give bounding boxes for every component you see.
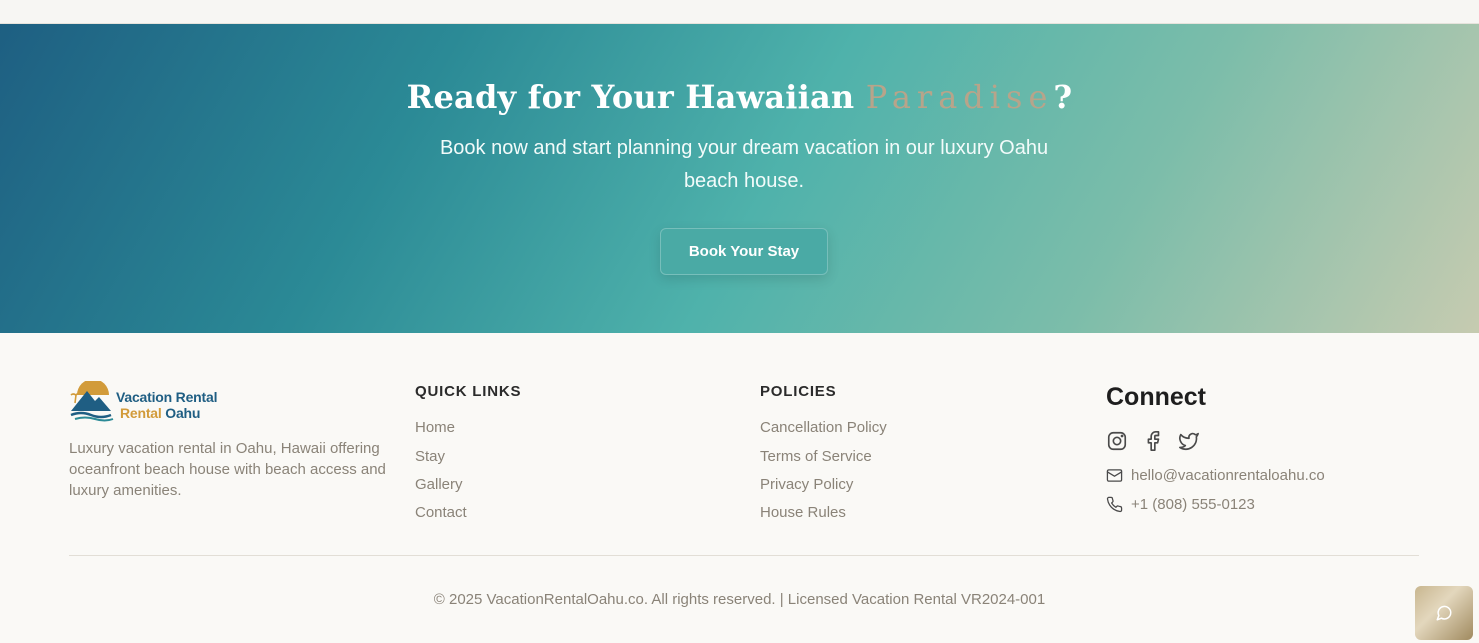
footer-link-terms-of-service[interactable]: Terms of Service xyxy=(760,448,872,465)
footer-link-contact[interactable]: Contact xyxy=(415,504,467,521)
copyright-text: © 2025 VacationRentalOahu.co. All rights… xyxy=(433,591,1046,608)
footer-divider xyxy=(69,555,1419,556)
logo-text-line1: Vacation Rental xyxy=(116,389,218,405)
mail-icon xyxy=(1106,469,1123,482)
instagram-icon[interactable] xyxy=(1106,430,1128,452)
cta-heading: Ready for Your Hawaiian Paradise? xyxy=(406,78,1073,116)
site-logo[interactable]: Vacation Rental Rental Oahu xyxy=(69,381,239,423)
cta-heading-accent: Paradise xyxy=(865,78,1054,116)
footer-link-privacy-policy[interactable]: Privacy Policy xyxy=(760,476,853,493)
footer-link-house-rules[interactable]: House Rules xyxy=(760,504,846,521)
chat-widget-button[interactable] xyxy=(1415,586,1473,640)
top-bar xyxy=(0,0,1479,24)
cta-subtitle: Book now and start planning your dream v… xyxy=(439,137,1049,192)
brand-description: Luxury vacation rental in Oahu, Hawaii o… xyxy=(69,440,386,499)
contact-phone[interactable]: +1 (808) 555-0123 xyxy=(1106,496,1255,513)
connect-heading: Connect xyxy=(1106,383,1206,411)
phone-icon xyxy=(1106,496,1123,513)
policies-heading: POLICIES xyxy=(760,383,837,400)
footer-link-home[interactable]: Home xyxy=(415,419,455,436)
logo-text-line2: Rental Oahu xyxy=(120,405,201,421)
book-your-stay-button[interactable]: Book Your Stay xyxy=(660,228,828,275)
booking-cta-banner: Ready for Your Hawaiian Paradise? Book n… xyxy=(0,24,1479,333)
contact-email-text: hello@vacationrentaloahu.co xyxy=(1131,467,1325,484)
facebook-icon[interactable] xyxy=(1142,430,1164,452)
quick-links-heading: QUICK LINKS xyxy=(415,383,522,400)
footer-link-cancellation-policy[interactable]: Cancellation Policy xyxy=(760,419,887,436)
twitter-icon[interactable] xyxy=(1178,430,1200,452)
contact-phone-text: +1 (808) 555-0123 xyxy=(1131,496,1255,513)
footer-link-gallery[interactable]: Gallery xyxy=(415,476,463,493)
contact-email[interactable]: hello@vacationrentaloahu.co xyxy=(1106,467,1325,484)
site-footer: Vacation Rental Rental Oahu Luxury vacat… xyxy=(0,333,1479,643)
chat-bubble-icon xyxy=(1436,605,1452,621)
footer-link-stay[interactable]: Stay xyxy=(415,448,445,465)
logo-mountain-icon xyxy=(70,381,114,422)
